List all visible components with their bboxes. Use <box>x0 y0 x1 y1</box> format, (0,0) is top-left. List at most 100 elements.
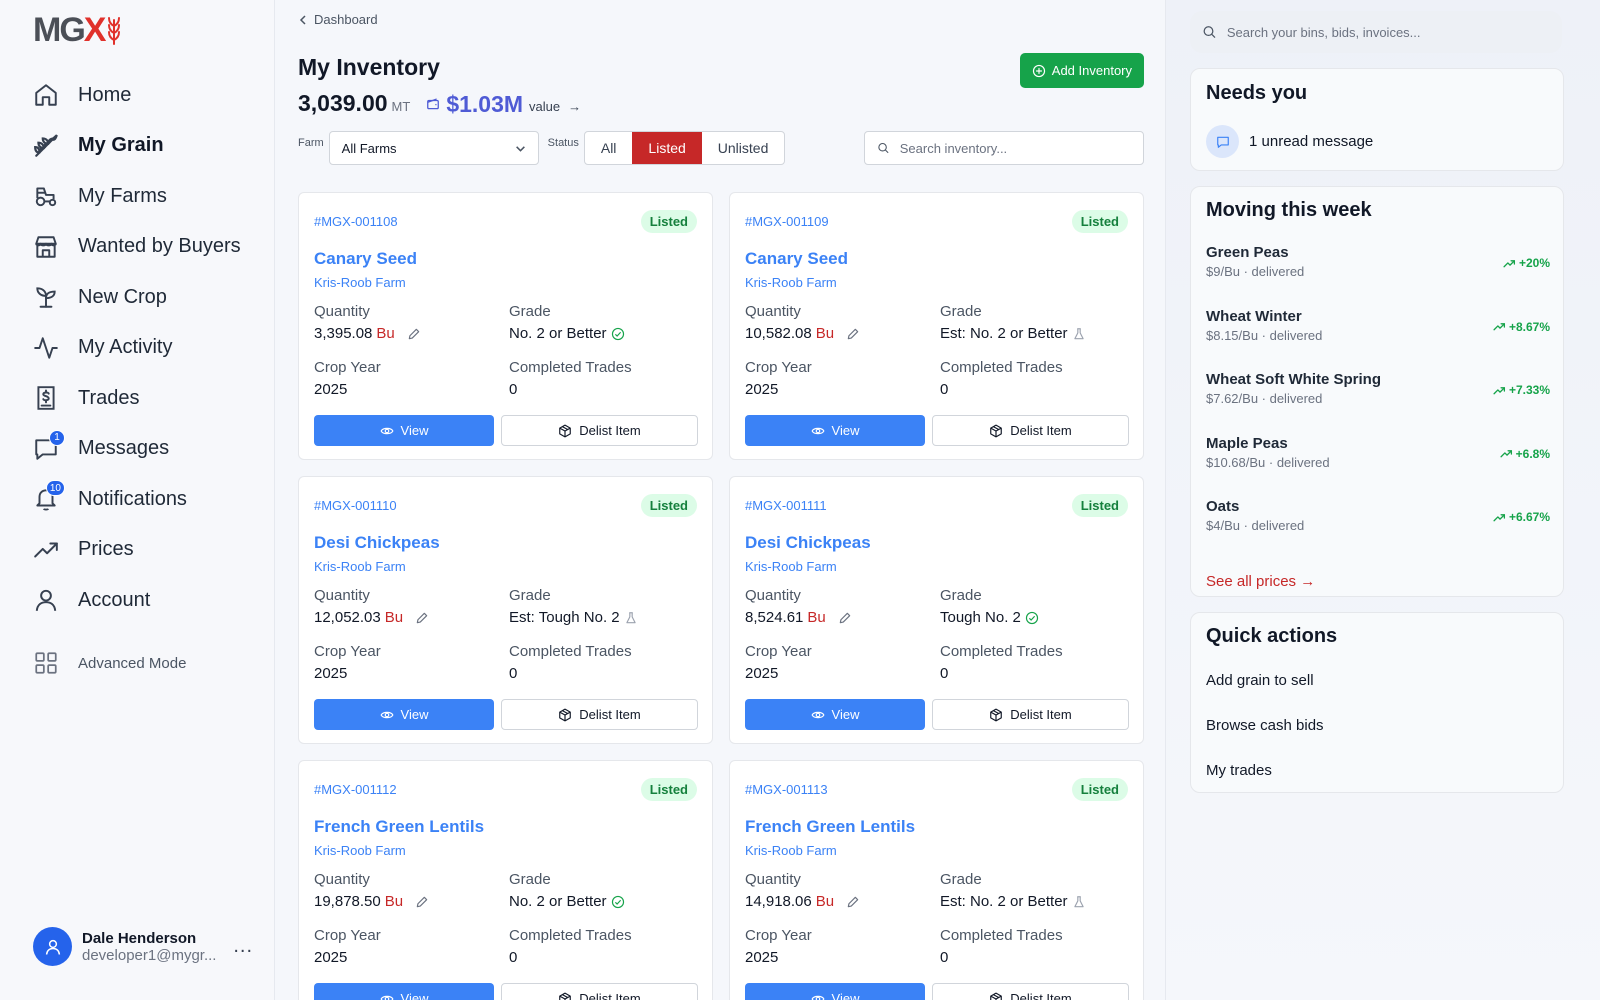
see-all-prices-link[interactable]: See all prices → <box>1206 573 1315 590</box>
inventory-id[interactable]: #MGX-001110 <box>314 498 397 513</box>
more-options-icon[interactable]: ... <box>233 935 253 958</box>
grade-label: Grade <box>509 871 551 888</box>
inventory-id[interactable]: #MGX-001113 <box>745 782 828 797</box>
completed-trades-label: Completed Trades <box>509 359 632 376</box>
mover-change: +6.8% <box>1500 447 1550 461</box>
nav-item-prices[interactable]: Prices <box>33 525 263 576</box>
quantity-value: 14,918.06 Bu <box>745 893 860 910</box>
view-label: View <box>831 991 860 1000</box>
farm-name[interactable]: Kris-Roob Farm <box>745 843 837 858</box>
delist-item-button[interactable]: Delist Item <box>932 415 1129 446</box>
eye-icon <box>380 427 394 434</box>
eye-icon <box>811 711 825 718</box>
quantity-amount: 10,582.08 <box>745 325 812 342</box>
delist-item-button[interactable]: Delist Item <box>932 699 1129 730</box>
arrow-right-icon[interactable]: → <box>568 99 581 114</box>
nav-item-my-farms[interactable]: My Farms <box>33 171 263 222</box>
view-button[interactable]: View <box>314 699 494 730</box>
crop-year-value: 2025 <box>745 665 779 682</box>
mgx-logo[interactable]: MGX <box>33 11 122 49</box>
pencil-icon[interactable] <box>846 895 860 909</box>
farm-name[interactable]: Kris-Roob Farm <box>745 275 837 290</box>
grade-text: Est: No. 2 or Better <box>940 893 1068 910</box>
inventory-grid: #MGX-001108 Listed Canary Seed Kris-Roob… <box>298 192 1146 1000</box>
nav-item-home[interactable]: Home <box>33 70 263 121</box>
breadcrumb[interactable]: Dashboard <box>298 12 378 27</box>
nav-item-notifications[interactable]: 10 Notifications <box>33 474 263 525</box>
quantity-unit: Bu <box>807 609 826 626</box>
view-button[interactable]: View <box>745 983 925 1000</box>
global-search-input[interactable] <box>1226 24 1550 40</box>
grade-label: Grade <box>940 303 982 320</box>
inventory-card: #MGX-001110 Listed Desi Chickpeas Kris-R… <box>298 476 713 744</box>
tractor-icon <box>33 183 59 209</box>
crop-name[interactable]: French Green Lentils <box>314 817 484 837</box>
quantity-value: 8,524.61 Bu <box>745 609 852 626</box>
mover-item[interactable]: Green Peas $9/Bu · delivered +20% <box>1206 244 1550 279</box>
farm-name[interactable]: Kris-Roob Farm <box>745 559 837 574</box>
nav-item-messages[interactable]: 1 Messages <box>33 424 263 475</box>
quick-action-add-grain[interactable]: Add grain to sell <box>1206 672 1314 689</box>
pencil-icon[interactable] <box>838 611 852 625</box>
nav-item-new-crop[interactable]: New Crop <box>33 272 263 323</box>
inventory-search-input[interactable] <box>899 140 1131 156</box>
delist-item-button[interactable]: Delist Item <box>932 983 1129 1000</box>
quick-action-browse-cash-bids[interactable]: Browse cash bids <box>1206 717 1324 734</box>
inventory-id[interactable]: #MGX-001108 <box>314 214 398 229</box>
pencil-icon[interactable] <box>415 895 429 909</box>
eye-icon <box>811 427 825 434</box>
status-option-all[interactable]: All <box>585 132 633 164</box>
activity-icon <box>33 335 59 361</box>
crop-name[interactable]: French Green Lentils <box>745 817 915 837</box>
mover-change-value: +20% <box>1518 256 1550 270</box>
view-button[interactable]: View <box>745 699 925 730</box>
nav-item-my-grain[interactable]: My Grain <box>33 121 263 172</box>
inventory-id[interactable]: #MGX-001109 <box>745 214 829 229</box>
mover-item[interactable]: Wheat Soft White Spring $7.62/Bu · deliv… <box>1206 371 1550 406</box>
completed-trades-value: 0 <box>940 949 949 966</box>
status-option-listed[interactable]: Listed <box>632 132 702 164</box>
delist-item-button[interactable]: Delist Item <box>501 415 698 446</box>
nav-item-trades[interactable]: Trades <box>33 373 263 424</box>
view-button[interactable]: View <box>314 415 494 446</box>
pencil-icon[interactable] <box>407 327 421 341</box>
farm-name[interactable]: Kris-Roob Farm <box>314 843 406 858</box>
mover-item[interactable]: Maple Peas $10.68/Bu · delivered +6.8% <box>1206 435 1550 470</box>
crop-name[interactable]: Canary Seed <box>745 249 848 269</box>
inventory-id[interactable]: #MGX-001112 <box>314 782 397 797</box>
inventory-card: #MGX-001113 Listed French Green Lentils … <box>729 760 1144 1000</box>
status-option-unlisted[interactable]: Unlisted <box>702 132 785 164</box>
view-button[interactable]: View <box>745 415 925 446</box>
mover-item[interactable]: Wheat Winter $8.15/Bu · delivered +8.67% <box>1206 308 1550 343</box>
view-button[interactable]: View <box>314 983 494 1000</box>
pencil-icon[interactable] <box>846 327 860 341</box>
quick-action-my-trades[interactable]: My trades <box>1206 762 1272 779</box>
nav-label: My Activity <box>78 336 173 359</box>
delist-item-button[interactable]: Delist Item <box>501 699 698 730</box>
user-profile[interactable]: Dale Henderson developer1@mygr... ... <box>33 927 253 966</box>
mover-item[interactable]: Oats $4/Bu · delivered +6.67% <box>1206 498 1550 533</box>
add-inventory-button[interactable]: Add Inventory <box>1019 53 1144 88</box>
messages-badge: 1 <box>49 429 65 446</box>
farm-name[interactable]: Kris-Roob Farm <box>314 275 406 290</box>
grade-text: Tough No. 2 <box>940 609 1021 626</box>
inventory-id[interactable]: #MGX-001111 <box>745 498 827 513</box>
farm-select[interactable]: All Farms <box>328 131 539 165</box>
nav-item-account[interactable]: Account <box>33 575 263 626</box>
pencil-icon[interactable] <box>415 611 429 625</box>
quantity-unit: Bu <box>384 893 404 910</box>
nav-item-wanted-by-buyers[interactable]: Wanted by Buyers <box>33 222 263 273</box>
crop-name[interactable]: Canary Seed <box>314 249 417 269</box>
advanced-mode-toggle[interactable]: Advanced Mode <box>33 650 186 676</box>
total-value: $1.03M <box>426 91 523 118</box>
farm-name[interactable]: Kris-Roob Farm <box>314 559 406 574</box>
crop-name[interactable]: Desi Chickpeas <box>745 533 871 553</box>
chevron-left-icon <box>299 14 306 25</box>
unread-message-link[interactable]: 1 unread message <box>1206 125 1373 158</box>
wallet-icon <box>427 98 440 110</box>
delist-item-button[interactable]: Delist Item <box>501 983 698 1000</box>
crop-name[interactable]: Desi Chickpeas <box>314 533 440 553</box>
crop-year-value: 2025 <box>745 949 779 966</box>
nav-item-my-activity[interactable]: My Activity <box>33 323 263 374</box>
package-icon <box>559 424 572 437</box>
